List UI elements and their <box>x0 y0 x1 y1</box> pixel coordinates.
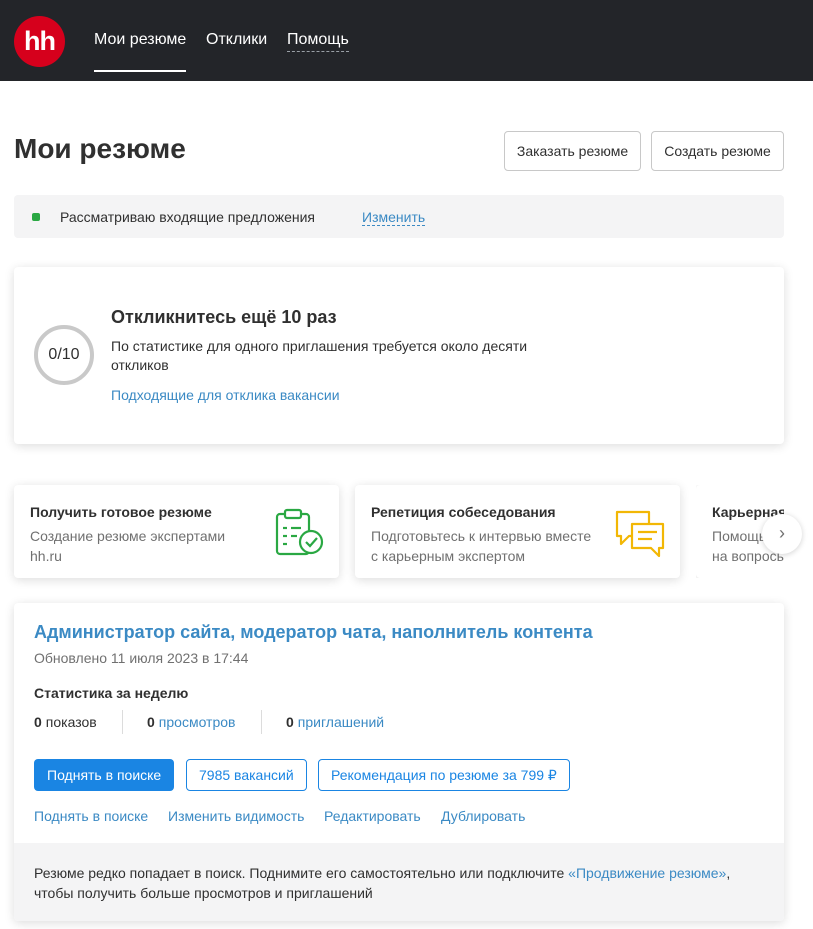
promo-card-ready-resume[interactable]: Получить готовое резюме Создание резюме … <box>14 485 339 578</box>
suitable-vacancies-link[interactable]: Подходящие для отклика вакансии <box>111 387 340 403</box>
clipboard-check-icon <box>275 508 324 556</box>
duplicate-resume-link[interactable]: Дублировать <box>441 808 525 824</box>
stat-impressions: 0 показов <box>34 714 97 730</box>
promo-title: Получить готовое резюме <box>30 504 212 520</box>
stat-invitations: 0 приглашений <box>286 714 384 730</box>
job-search-status-bar: Рассматриваю входящие предложения Измени… <box>14 195 784 238</box>
stat-divider <box>261 710 262 734</box>
promo-text: Создание резюме экспертами hh.ru <box>30 528 226 564</box>
raise-in-search-button[interactable]: Поднять в поиске <box>34 759 175 791</box>
stat-divider <box>122 710 123 734</box>
page-title: Мои резюме <box>14 133 186 164</box>
stat-views: 0 просмотров <box>147 714 235 730</box>
resume-promotion-link[interactable]: «Продвижение резюме» <box>568 865 726 881</box>
nav-responses[interactable]: Отклики <box>206 31 267 49</box>
stat-value: 0 <box>286 714 294 730</box>
promo-text: Подготовьтесь к интервью вместе с карьер… <box>371 528 592 564</box>
nav-help[interactable]: Помощь <box>287 31 349 52</box>
goal-description: По статистике для одного приглашения тре… <box>111 338 528 373</box>
stat-value: 0 <box>34 714 42 730</box>
promotion-notice: Резюме редко попадает в поиск. Поднимите… <box>14 843 784 921</box>
chevron-right-icon: › <box>779 523 785 543</box>
goal-title: Откликнитесь ещё 10 раз <box>111 307 337 327</box>
nav-my-resumes[interactable]: Мои резюме <box>94 31 187 72</box>
top-navigation-bar: hh Мои резюме Отклики Помощь <box>0 0 813 81</box>
change-visibility-link[interactable]: Изменить видимость <box>168 808 304 824</box>
carousel-next-button[interactable]: › <box>762 514 802 554</box>
vacancies-button[interactable]: 7985 вакансий <box>186 759 307 791</box>
response-goal-card: 0/10 Откликнитесь ещё 10 раз По статисти… <box>14 267 784 444</box>
weekly-stats-heading: Статистика за неделю <box>34 685 189 701</box>
resume-title-link[interactable]: Администратор сайта, модератор чата, нап… <box>34 622 593 643</box>
resume-card: Администратор сайта, модератор чата, нап… <box>14 603 784 921</box>
progress-ring: 0/10 <box>34 325 94 385</box>
stat-invitations-link[interactable]: приглашений <box>298 714 384 730</box>
status-text: Рассматриваю входящие предложения <box>60 209 316 225</box>
edit-resume-link[interactable]: Редактировать <box>324 808 421 824</box>
promo-card-interview-rehearsal[interactable]: Репетиция собеседования Подготовьтесь к … <box>355 485 680 578</box>
hh-logo[interactable]: hh <box>14 16 65 67</box>
status-indicator-dot <box>32 213 40 221</box>
stat-label: показов <box>45 714 97 730</box>
order-resume-button[interactable]: Заказать резюме <box>504 131 641 171</box>
change-status-link[interactable]: Изменить <box>362 209 426 226</box>
raise-in-search-link[interactable]: Поднять в поиске <box>34 808 148 824</box>
resume-recommendation-button[interactable]: Рекомендация по резюме за 799 ₽ <box>318 759 570 791</box>
chat-bubbles-icon <box>615 510 665 558</box>
promo-title: Репетиция собеседования <box>371 504 556 520</box>
notice-text: Резюме редко попадает в поиск. Поднимите… <box>34 865 569 881</box>
stat-views-link[interactable]: просмотров <box>159 714 236 730</box>
create-resume-button[interactable]: Создать резюме <box>651 131 784 171</box>
stat-value: 0 <box>147 714 155 730</box>
resume-updated-date: Обновлено 11 июля 2023 в 17:44 <box>34 650 249 666</box>
